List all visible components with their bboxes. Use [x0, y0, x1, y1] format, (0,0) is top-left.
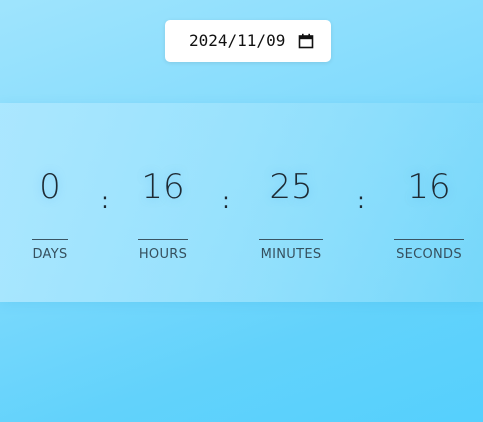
hours-value: 16 [141, 167, 185, 207]
days-label: DAYS [32, 247, 68, 262]
hours-label: HOURS [138, 247, 188, 262]
separator: : [101, 189, 109, 214]
date-input[interactable]: 2024/11/09 [165, 20, 331, 62]
date-value[interactable]: 2024/11/09 [189, 31, 285, 51]
countdown-page: { "date_input": { "value": "2024/11/09",… [0, 0, 483, 422]
hours-divider [138, 239, 188, 240]
calendar-icon[interactable] [298, 33, 314, 49]
seconds-label: SECONDS [396, 247, 462, 262]
days-divider [32, 239, 68, 240]
minutes-label: MINUTES [260, 247, 322, 262]
minutes-divider [259, 239, 323, 240]
seconds-value: 16 [407, 167, 451, 207]
separator: : [357, 189, 365, 214]
minutes-value: 25 [269, 167, 313, 207]
days-value: 0 [39, 167, 61, 207]
countdown-panel: 0 DAYS : 16 HOURS : 25 MINUTES : 16 SECO… [0, 103, 483, 302]
seconds-divider [394, 239, 464, 240]
separator: : [222, 189, 230, 214]
